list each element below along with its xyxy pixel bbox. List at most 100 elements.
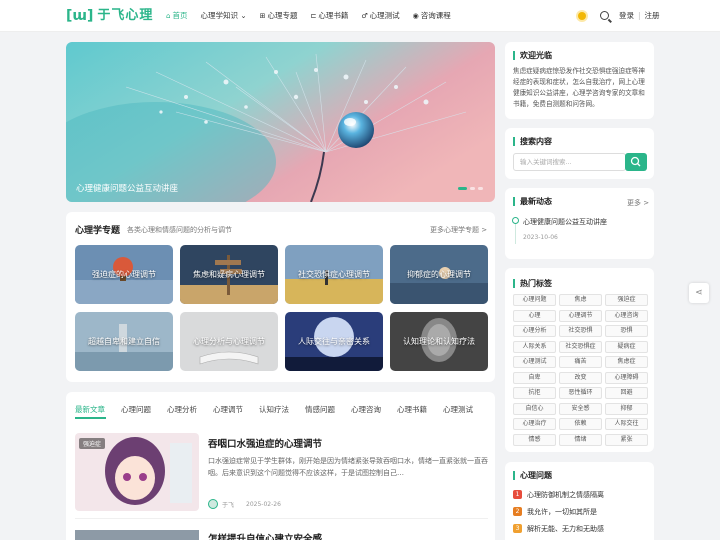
tab-counseling[interactable]: 心理咨询 [351, 404, 381, 415]
tag-item[interactable]: 焦虑 [559, 294, 602, 306]
topic-tile[interactable]: 人际交往与亲密关系 [285, 312, 383, 371]
tag-item[interactable]: 回避 [605, 387, 648, 399]
tag-item[interactable]: 恐惧 [605, 325, 648, 337]
topic-tile[interactable]: 焦虑和疑病心理调节 [180, 245, 278, 304]
nav-tests[interactable]: ♂ 心理测试 [361, 10, 399, 21]
tag-item[interactable]: 自卑 [513, 371, 556, 384]
topic-tile[interactable]: 认知理论和认知疗法 [390, 312, 488, 371]
tag-item[interactable]: 紧张 [605, 433, 648, 446]
tab-emotion[interactable]: 情感问题 [305, 404, 335, 415]
topic-label: 认知理论和认知疗法 [403, 337, 475, 346]
author-avatar [208, 499, 218, 509]
tag-item[interactable]: 安全感 [559, 402, 602, 415]
tag-item[interactable]: 强迫症 [605, 294, 648, 306]
nav-courses[interactable]: ◉ 咨询课程 [413, 10, 451, 21]
nav-books[interactable]: ⊏ 心理书籍 [311, 10, 349, 21]
home-icon: ⌂ [166, 11, 171, 20]
tab-cognitive[interactable]: 认知疗法 [259, 404, 289, 415]
search-card: 搜索内容 输入关键词搜索... [505, 128, 654, 179]
tab-psych-analysis[interactable]: 心理分析 [167, 404, 197, 415]
tab-books[interactable]: 心理书籍 [397, 404, 427, 415]
site-logo[interactable]: [ɯ] 于飞心理 [66, 8, 153, 24]
article-tabs: 最新文章 心理问题 心理分析 心理调节 认知疗法 情感问题 心理咨询 心理书籍 … [75, 404, 489, 415]
tag-item[interactable]: 心理 [513, 309, 556, 322]
tag-item[interactable]: 人际关系 [513, 340, 556, 353]
test-icon: ♂ [361, 11, 368, 20]
tags-card: 热门标签 心理问题 焦虑 强迫症心理 心理调节 心理咨询心理分析 社交恐惧 恐惧人际关系 社交… [505, 268, 654, 452]
tag-item[interactable]: 人际交往 [605, 418, 648, 430]
tab-latest[interactable]: 最新文章 [75, 404, 105, 415]
carousel-dot[interactable] [458, 187, 467, 190]
tab-psych-adjust[interactable]: 心理调节 [213, 404, 243, 415]
welcome-title: 欢迎光临 [513, 51, 552, 60]
topic-tile[interactable]: 心理分析与心理调节 [180, 312, 278, 371]
tag-item[interactable]: 社交恐惧症 [559, 340, 602, 353]
topic-label: 人际交往与亲密关系 [298, 337, 370, 346]
tag-item[interactable]: 心理咨询 [605, 309, 648, 322]
theme-toggle-icon[interactable] [578, 11, 586, 20]
tag-item[interactable]: 情感 [513, 433, 556, 446]
register-link[interactable]: 注册 [645, 10, 660, 21]
article-author[interactable]: 于飞 [222, 500, 234, 509]
problem-item[interactable]: 我允许，一切如其所是 [527, 507, 597, 517]
tag-item[interactable]: 情绪 [559, 433, 602, 446]
topic-tile[interactable]: 强迫症的心理调节 [75, 245, 173, 304]
tag-item[interactable]: 焦虑症 [605, 356, 648, 368]
tag-item[interactable]: 恶性循环 [559, 387, 602, 399]
topics-title: 心理学专题 [75, 226, 121, 236]
hero-banner[interactable]: 心理健康问题公益互动讲座 [66, 42, 495, 202]
news-more-link[interactable]: 更多 > [627, 198, 649, 208]
tag-item[interactable]: 抗拒 [513, 387, 556, 399]
logo-icon: [ɯ] [66, 8, 94, 24]
tag-item[interactable]: 自信心 [513, 402, 556, 415]
rank-badge: 2 [513, 507, 522, 516]
login-link[interactable]: 登录 [619, 10, 634, 21]
topic-tile[interactable]: 抑郁症的心理调节 [390, 245, 488, 304]
problem-item[interactable]: 解析无能、无力和无助感 [527, 524, 604, 534]
topic-tile[interactable]: 社交恐惧症心理调节 [285, 245, 383, 304]
article-thumbnail [75, 530, 199, 540]
tab-psych-problems[interactable]: 心理问题 [121, 404, 151, 415]
tag-item[interactable]: 心理调节 [559, 309, 602, 322]
tag-item[interactable]: 社交恐惧 [559, 325, 602, 337]
tag-item[interactable]: 痛苦 [559, 356, 602, 368]
banner-caption[interactable]: 心理健康问题公益互动讲座 [76, 182, 178, 194]
problem-item[interactable]: 心理防御机制之情感隔离 [527, 490, 604, 500]
tag-item[interactable]: 抑郁 [605, 402, 648, 415]
topics-section: 心理学专题 各类心理和情感问题的分析与调节 更多心理学专题 > 强迫症的心理调节… [66, 212, 495, 382]
search-input[interactable]: 输入关键词搜索... [513, 153, 626, 171]
tag-item[interactable]: 心理治疗 [513, 418, 556, 430]
tag-item[interactable]: 心理测试 [513, 356, 556, 368]
article-excerpt: 口水强迫症常见于学生群体，刚开始是因为情绪紧张导致吞咽口水，情绪一直紧张就一直吞… [208, 457, 488, 477]
article-title[interactable]: 吞咽口水强迫症的心理调节 [208, 436, 322, 450]
tag-item[interactable]: 疑病症 [605, 340, 648, 353]
tag-item[interactable]: 依赖 [559, 418, 602, 430]
tags-title: 热门标签 [513, 279, 552, 288]
search-icon[interactable] [600, 11, 609, 20]
news-item-title[interactable]: 心理健康问题公益互动讲座 [523, 217, 607, 227]
carousel-dot[interactable] [470, 187, 475, 190]
tag-item[interactable]: 心理障碍 [605, 371, 648, 384]
carousel-dot[interactable] [478, 187, 483, 190]
nav-topics[interactable]: ⊞ 心理专题 [260, 10, 298, 21]
article-title[interactable]: 怎样提升自信心建立安全感 [208, 531, 322, 540]
nav-psychology-knowledge[interactable]: 心理学知识 ⌄ [200, 10, 246, 21]
topics-more-link[interactable]: 更多心理学专题 > [430, 225, 487, 235]
nav-home[interactable]: ⌂ 首页 [166, 10, 187, 21]
tag-item[interactable]: 心理问题 [513, 294, 556, 306]
news-card: 最新动态 更多 > 心理健康问题公益互动讲座 2023-10-06 [505, 188, 654, 259]
article-date: 2025-02-26 [246, 500, 281, 508]
news-item-date: 2023-10-06 [523, 234, 558, 241]
search-button[interactable] [625, 153, 647, 171]
tab-tests[interactable]: 心理测试 [443, 404, 473, 415]
banner-image [66, 42, 495, 202]
topic-label: 超越自卑和建立自信 [88, 337, 160, 346]
rank-badge: 3 [513, 524, 522, 533]
tag-item[interactable]: 改变 [559, 371, 602, 384]
tag-item[interactable]: 心理分析 [513, 325, 556, 337]
share-button[interactable]: ⋖ [689, 283, 709, 303]
timeline-dot [512, 217, 519, 224]
topic-label: 焦虑和疑病心理调节 [193, 270, 265, 279]
rank-badge: 1 [513, 490, 522, 499]
topic-tile[interactable]: 超越自卑和建立自信 [75, 312, 173, 371]
